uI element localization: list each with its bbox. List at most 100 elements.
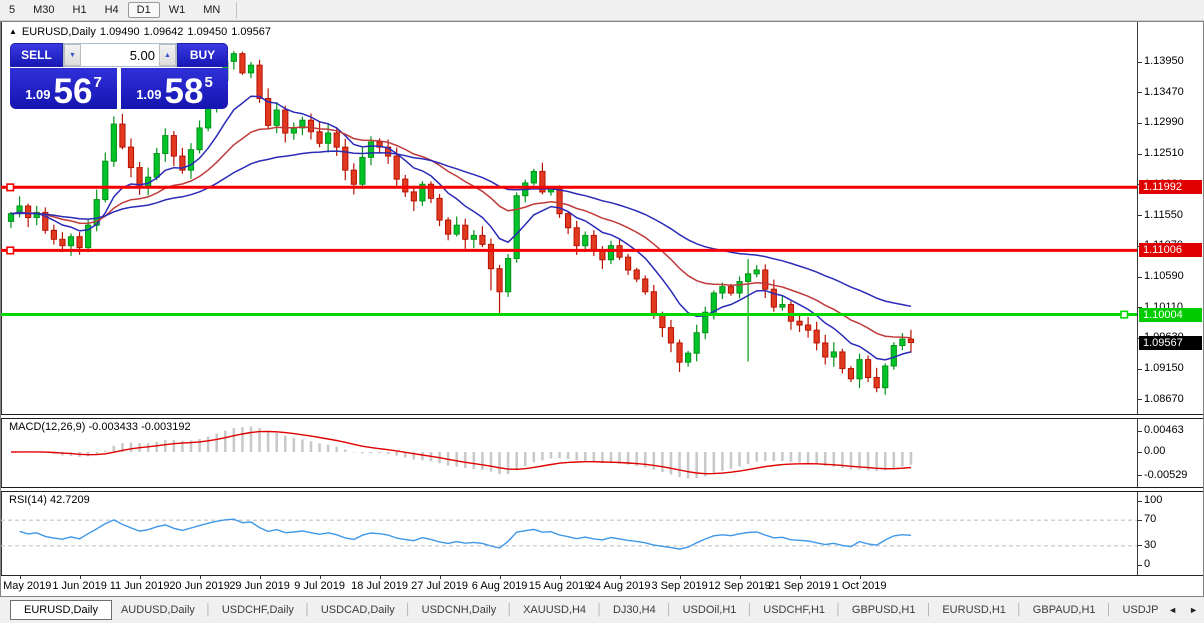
tab-usdcnh-daily[interactable]: USDCNH,Daily xyxy=(413,600,506,620)
date-axis-tickmark xyxy=(859,576,861,579)
date-axis-tickmark xyxy=(19,576,21,579)
price-axis-tick: 1.08670 xyxy=(1144,392,1184,405)
current-price-badge: 1.09567 xyxy=(1139,335,1202,350)
ohlc-open: 1.09490 xyxy=(99,26,140,38)
timeframe-button-w1[interactable]: W1 xyxy=(160,2,195,18)
tab-scroll-left-icon[interactable]: ◄ xyxy=(1168,605,1177,615)
price-axis-tickmark xyxy=(1138,215,1142,217)
date-axis-tickmark xyxy=(739,576,741,579)
level-handle[interactable] xyxy=(6,246,15,255)
rsi-axis-tickmark xyxy=(1138,564,1142,566)
timeframe-button-mn[interactable]: MN xyxy=(194,2,229,18)
macd-signal-line xyxy=(10,430,912,475)
sell-button[interactable]: SELL xyxy=(10,43,63,67)
date-axis-label: 11 Jun 2019 xyxy=(109,580,170,592)
date-axis-label: 15 Aug 2019 xyxy=(528,580,591,592)
price-axis-tickmark xyxy=(1138,399,1142,401)
tab-separator: │ xyxy=(925,604,933,616)
date-axis-label: 12 Sep 2019 xyxy=(708,580,771,592)
macd-axis-tick: -0.00529 xyxy=(1144,468,1188,481)
timeframe-button-h4[interactable]: H4 xyxy=(96,2,128,18)
tab-usdchf-h1[interactable]: USDCHF,H1 xyxy=(754,600,834,620)
timeframe-button-d1[interactable]: D1 xyxy=(127,2,160,18)
macd-axis-tickmark xyxy=(1138,430,1142,432)
tab-eurusd-daily[interactable]: EURUSD,Daily xyxy=(10,600,112,620)
price-axis-tick: 1.13470 xyxy=(1144,85,1184,98)
price-axis-tickmark xyxy=(1138,61,1142,63)
volume-increase-button[interactable]: ▲ xyxy=(159,44,176,66)
price-axis-tickmark xyxy=(1138,92,1142,94)
date-axis-tickmark xyxy=(259,576,261,579)
macd-plot[interactable]: MACD(12,26,9) -0.003433 -0.003192 xyxy=(1,419,1137,487)
macd-axis-tickmark xyxy=(1138,475,1142,477)
date-axis-label: 9 Jul 2019 xyxy=(294,580,345,592)
tab-audusd-daily[interactable]: AUDUSD,Daily xyxy=(112,600,204,620)
macd-name: MACD(12,26,9) xyxy=(9,421,86,433)
sell-price-pip: 7 xyxy=(93,74,102,91)
chart-tab-bar: EURUSD,Daily AUDUSD,Daily │ USDCHF,Daily │ US… xyxy=(0,597,1204,623)
tab-eurusd-h1[interactable]: EURUSD,H1 xyxy=(933,600,1015,620)
rsi-line xyxy=(19,518,912,550)
tab-xauusd-h4[interactable]: XAUUSD,H4 xyxy=(514,600,595,620)
tab-scroll-controls: ◄ ► xyxy=(1165,597,1201,623)
timeframe-button-5[interactable]: 5 xyxy=(0,2,24,18)
timeframe-button-m30[interactable]: M30 xyxy=(24,2,63,18)
rsi-axis-tick: 70 xyxy=(1144,513,1157,526)
tab-separator: │ xyxy=(596,604,603,616)
date-axis-tickmark xyxy=(799,576,801,579)
volume-input[interactable] xyxy=(81,44,159,66)
volume-decrease-button[interactable]: ▼ xyxy=(64,44,81,66)
price-badge-resistance: 1.11992 xyxy=(1139,180,1202,195)
price-axis[interactable]: 1.139501.134701.129901.125101.120301.115… xyxy=(1137,22,1203,414)
rsi-axis-tick: 30 xyxy=(1144,538,1157,551)
tab-usdchf-daily[interactable]: USDCHF,Daily xyxy=(213,600,303,620)
tab-usdoil-h1[interactable]: USDOil,H1 xyxy=(674,600,746,620)
rsi-label: RSI(14) 42.7209 xyxy=(9,494,90,506)
date-axis-tickmark xyxy=(379,576,381,579)
macd-histogram-bars xyxy=(18,426,913,479)
date-axis[interactable]: 23 May 20191 Jun 201911 Jun 201920 Jun 2… xyxy=(0,575,1203,596)
date-axis-label: 20 Jun 2019 xyxy=(169,580,230,592)
volume-control: ▼ ▲ xyxy=(63,43,177,67)
toolbar-separator xyxy=(236,2,238,18)
ohlc-low: 1.09450 xyxy=(187,26,228,38)
timeframe-button-h1[interactable]: H1 xyxy=(64,2,96,18)
tab-scroll-right-icon[interactable]: ► xyxy=(1189,605,1198,615)
buy-price-handle: 1.09 xyxy=(136,87,162,102)
tab-usdjp[interactable]: USDJP xyxy=(1113,600,1167,620)
chart-window: ▲ EURUSD,Daily 1.09490 1.09642 1.09450 1.0956… xyxy=(0,21,1204,597)
main-chart-plot[interactable]: ▲ EURUSD,Daily 1.09490 1.09642 1.09450 1.0956… xyxy=(1,22,1137,414)
tab-separator: │ xyxy=(1015,604,1023,616)
rsi-pane: RSI(14) 42.7209 100 70 30 0 xyxy=(1,492,1203,575)
rsi-axis-tick: 0 xyxy=(1144,558,1151,570)
tab-separator: │ xyxy=(746,604,754,616)
rsi-value: 42.7209 xyxy=(49,494,90,506)
sell-price-big: 56 xyxy=(53,72,93,112)
collapse-chart-icon[interactable]: ▲ xyxy=(9,27,17,36)
date-axis-tickmark xyxy=(499,576,501,579)
date-axis-label: 1 Oct 2019 xyxy=(832,580,887,592)
date-axis-tickmark xyxy=(559,576,561,579)
price-axis-tick: 1.10590 xyxy=(1144,270,1184,283)
tab-usdcad-daily[interactable]: USDCAD,Daily xyxy=(312,600,404,620)
sell-price-panel[interactable]: 1.09 56 7 xyxy=(10,68,117,109)
tab-dj30-h4[interactable]: DJ30,H4 xyxy=(604,600,665,620)
price-badge-support: 1.10004 xyxy=(1139,307,1202,322)
date-axis-label: 3 Sep 2019 xyxy=(651,580,708,592)
date-axis-tickmark xyxy=(199,576,201,579)
tab-separator: │ xyxy=(204,604,212,616)
tab-separator: │ xyxy=(1105,604,1113,616)
rsi-axis: 100 70 30 0 xyxy=(1137,492,1203,575)
buy-price-panel[interactable]: 1.09 58 5 xyxy=(121,68,228,109)
tab-gbpusd-h1[interactable]: GBPUSD,H1 xyxy=(843,600,925,620)
buy-button[interactable]: BUY xyxy=(177,43,228,67)
rsi-plot[interactable]: RSI(14) 42.7209 xyxy=(1,492,1137,575)
level-handle[interactable] xyxy=(6,183,15,192)
rsi-axis-tickmark xyxy=(1138,519,1142,521)
date-axis-label: 6 Aug 2019 xyxy=(471,580,528,592)
tab-separator: │ xyxy=(303,604,311,616)
level-handle[interactable] xyxy=(1120,310,1129,319)
tab-gbpaud-h1[interactable]: GBPAUD,H1 xyxy=(1024,600,1105,620)
date-axis-tickmark xyxy=(679,576,681,579)
date-axis-label: 29 Jun 2019 xyxy=(229,580,290,592)
